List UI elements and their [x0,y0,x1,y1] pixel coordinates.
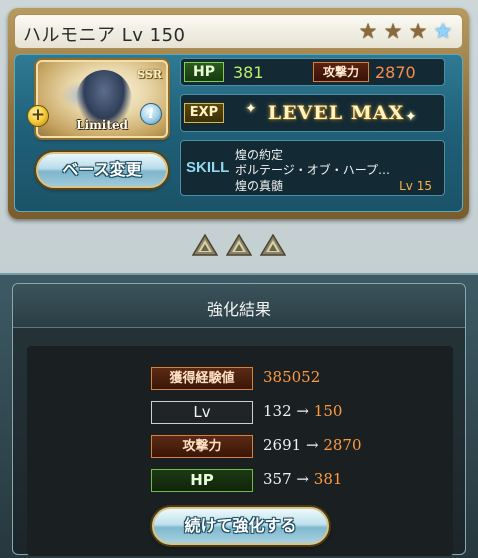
upgrade-arrows [192,234,286,256]
base-change-button[interactable]: ベース変更 [36,152,168,188]
skill-name: ボルテージ・オブ・ハープ… [235,163,391,177]
plus-icon[interactable]: + [27,105,49,127]
arrow-right-icon: → [305,436,319,454]
up-arrow-icon [260,234,286,256]
level-label: Lv [151,401,253,424]
gained-exp-label: 獲得経験値 [151,367,253,390]
info-icon[interactable]: i [140,103,162,125]
skill-label: SKILL [186,159,230,176]
character-portrait[interactable]: SSR Limited [36,60,168,138]
result-title: 強化結果 [206,300,271,319]
continue-enhance-button[interactable]: 続けて強化する [152,507,329,545]
ssr-badge: SSR [137,68,162,81]
result-title-bar: 強化結果 [13,284,465,328]
arrow-right-icon: → [296,470,309,488]
attack-result-label: 攻撃力 [151,435,253,458]
attack-change: 2691 → 2870 [263,436,362,454]
star-bronze-icon: ★ [408,19,428,43]
hp-value: 381 [233,63,264,82]
hp-label: HP [184,62,224,82]
skill-panel[interactable]: SKILL 煌の約定 ボルテージ・オブ・ハープ… 煌の真髄 Lv 15 [180,140,445,196]
exp-label: EXP [184,103,224,123]
star-bronze-icon: ★ [358,19,378,43]
stat-panel: HP 381 攻撃力 2870 [180,58,445,86]
up-arrow-icon [192,234,218,256]
rarity-stars: ★ ★ ★ ★ [357,20,454,42]
new-value: 150 [313,402,343,420]
exp-panel: EXP ✦ ✦ LEVEL MAX [180,94,445,132]
arrow-right-icon: → [296,402,309,420]
hp-change: 357 → 381 [263,470,342,488]
skill-level: Lv 15 [399,179,432,193]
old-value: 132 [263,402,292,420]
gained-exp-value: 385052 [263,368,321,386]
old-value: 357 [263,470,292,488]
character-title: ハルモニア Lv 150 [23,25,186,46]
level-change: 132 → 150 [263,402,342,420]
hp-result-label: HP [151,469,253,492]
attack-label: 攻撃力 [313,62,369,82]
attack-value: 2870 [375,63,416,82]
up-arrow-icon [226,234,252,256]
level-max-status: LEVEL MAX [267,102,405,124]
skill-name: 煌の真髄 [235,179,284,193]
star-bronze-icon: ★ [383,19,403,43]
new-value: 381 [313,470,343,488]
star-blue-icon: ★ [433,19,453,43]
old-value: 2691 [263,436,302,454]
new-value: 2870 [323,436,362,454]
card-header: ハルモニア Lv 150 ★ ★ ★ ★ [14,14,463,49]
